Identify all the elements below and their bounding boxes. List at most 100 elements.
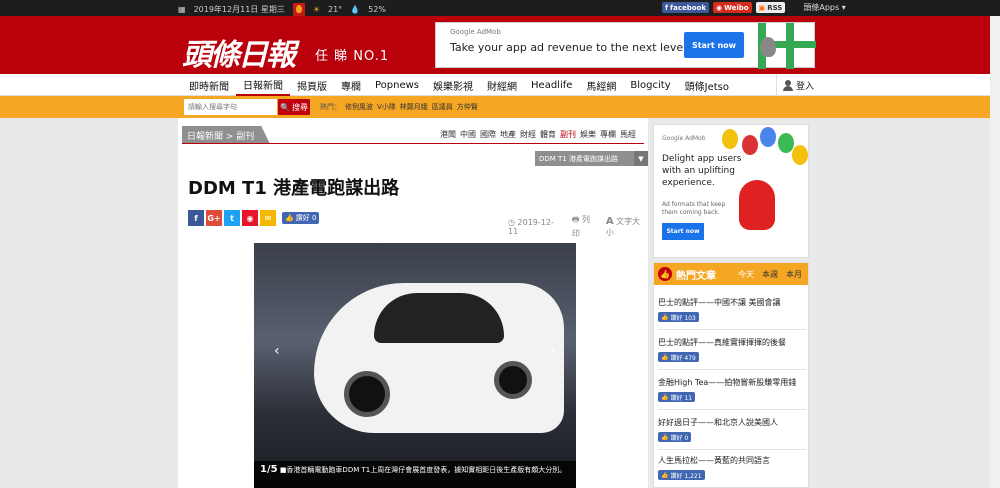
thumbs-up-icon: 👍 — [661, 471, 669, 479]
font-size-button[interactable]: A 文字大小 — [606, 216, 648, 238]
print-button[interactable]: 🖶 列印 — [572, 214, 598, 239]
thumbs-up-icon: 👍 — [661, 433, 669, 441]
article-panel: 日報新聞 > 副刊 港聞 中國 國際 地產 財經 體育 副刊 娛樂 專欄 馬經 … — [178, 118, 648, 488]
like-count[interactable]: 👍 讚好 0 — [658, 432, 692, 442]
facebook-share-icon[interactable]: f — [188, 210, 204, 226]
category-link[interactable]: 馬經 — [620, 129, 636, 140]
photo-index: 1/5 — [260, 464, 278, 475]
hot-keyword[interactable]: 林鄭月娥 — [400, 102, 428, 112]
hot-keyword[interactable]: 方仲賢 — [457, 102, 478, 112]
category-link[interactable]: 娛樂 — [580, 129, 596, 140]
weibo-share-icon[interactable]: ◉ — [242, 210, 258, 226]
monster-mascot-icon — [739, 180, 775, 230]
temperature-text: 21° — [328, 5, 343, 14]
nav-item[interactable]: Popnews — [368, 74, 426, 96]
facebook-link[interactable]: f facebook — [662, 2, 709, 13]
chevron-down-icon: ▼ — [634, 151, 648, 166]
slogan: 任 睇 NO.1 — [315, 49, 390, 64]
ad-start-button[interactable]: Start now — [662, 223, 704, 240]
category-link[interactable]: 專欄 — [600, 129, 616, 140]
like-count[interactable]: 👍 讚好 1,221 — [658, 470, 705, 480]
tab-month[interactable]: 本月 — [786, 269, 802, 280]
category-link[interactable]: 地產 — [500, 129, 516, 140]
nav-item[interactable]: 馬經網 — [579, 74, 623, 96]
hot-keyword[interactable]: 區議員 — [432, 102, 453, 112]
hot-article-item[interactable]: 好好過日子——和北京人說美國人 👍 讚好 0 — [658, 417, 778, 442]
tab-week[interactable]: 本週 — [762, 269, 778, 280]
ad-subtext: Ad formats that keep them coming back. — [662, 201, 726, 216]
weibo-link[interactable]: ◉ Weibo — [713, 2, 752, 13]
category-link[interactable]: 國際 — [480, 129, 496, 140]
nav-item[interactable]: 揭頁版 — [290, 74, 334, 96]
category-link[interactable]: 財經 — [520, 129, 536, 140]
nav-item[interactable]: 即時新聞 — [182, 74, 236, 96]
article-photo[interactable]: ‹ › 1/5 ■香港首輛電動跑車DDM T1上周在灣仔會展首度發表，據知實相距… — [254, 243, 576, 488]
hot-articles-title: 熱門文章 — [676, 270, 716, 282]
weibo-icon: ◉ — [716, 3, 723, 12]
ad-text: Delight app users with an uplifting expe… — [662, 154, 742, 188]
hot-keyword[interactable]: 修例風波 — [345, 102, 373, 112]
apps-menu[interactable]: 頭條Apps ▾ — [803, 2, 845, 13]
money-bulb-icon — [760, 37, 776, 57]
prev-photo-icon[interactable]: ‹ — [274, 343, 280, 359]
search-input[interactable] — [184, 99, 277, 115]
caption-text: ■香港首輛電動跑車DDM T1上周在灣仔會展首度發表，據知實相距日後生產版有頗大… — [279, 466, 567, 474]
email-share-icon[interactable]: ✉ — [260, 210, 276, 226]
article-select-dropdown[interactable]: DDM T1 港產電跑謀出路 ▼ — [535, 151, 648, 166]
rss-icon: ▣ — [758, 3, 766, 12]
category-links: 港聞 中國 國際 地產 財經 體育 副刊 娛樂 專欄 馬經 — [440, 129, 636, 140]
article-meta: ◷ 2019-12-11 🖶 列印 A 文字大小 — [508, 214, 648, 239]
like-count[interactable]: 👍 讚好 479 — [658, 352, 699, 362]
user-icon — [783, 79, 793, 91]
share-bar: f G+ t ◉ ✉ 👍 讚好 0 — [188, 210, 320, 226]
nav-item[interactable]: Blogcity — [623, 74, 677, 96]
thumbs-up-icon: 👍 — [661, 353, 669, 361]
thumbs-up-icon: 👍 — [285, 214, 294, 222]
hot-article-item[interactable]: 金融High Tea——拍物嘗新股賺零用錢 👍 讚好 11 — [658, 377, 796, 402]
twitter-share-icon[interactable]: t — [224, 210, 240, 226]
top-banner-ad[interactable]: Google AdMob Take your app ad revenue to… — [435, 22, 816, 69]
site-logo[interactable]: 頭條日報 — [182, 30, 296, 74]
clock-icon: ◷ — [508, 217, 515, 227]
hot-keywords: 熱門： 修例風波 V小隊 林鄭月娥 區議員 方仲賢 — [320, 102, 478, 112]
article-date: 2019-12-11 — [508, 217, 554, 236]
tab-today[interactable]: 今天 — [738, 269, 754, 280]
site-header: 頭條日報 任 睇 NO.1 Google AdMob Take your app… — [0, 16, 1000, 74]
next-photo-icon[interactable]: › — [550, 343, 556, 359]
ad-start-button[interactable]: Start now — [684, 32, 744, 58]
nav-item[interactable]: 娛樂影視 — [426, 74, 480, 96]
nav-item[interactable]: 財經網 — [480, 74, 524, 96]
google-plus-share-icon[interactable]: G+ — [206, 210, 222, 226]
breadcrumb[interactable]: 日報新聞 > 副刊 — [182, 126, 270, 144]
font-size-icon: A — [605, 215, 614, 227]
like-button[interactable]: 👍 讚好 0 — [282, 212, 320, 224]
nav-item[interactable]: 專欄 — [334, 74, 368, 96]
nav-item[interactable]: 頭條Jetso — [678, 74, 736, 96]
rss-link[interactable]: ▣ RSS — [755, 2, 786, 13]
hot-keyword[interactable]: V小隊 — [377, 102, 396, 112]
like-count[interactable]: 👍 讚好 103 — [658, 312, 699, 322]
page-scrollbar[interactable] — [990, 16, 1000, 488]
like-count[interactable]: 👍 讚好 11 — [658, 392, 696, 402]
category-link[interactable]: 體育 — [540, 129, 556, 140]
nav-item-active[interactable]: 日報新聞 — [236, 74, 290, 96]
category-link[interactable]: 港聞 — [440, 129, 456, 140]
category-link-current[interactable]: 副刊 — [560, 129, 576, 140]
search-bar: 🔍搜尋 熱門： 修例風波 V小隊 林鄭月娥 區議員 方仲賢 — [0, 96, 1000, 118]
search-button[interactable]: 🔍 搜尋 — [278, 99, 310, 115]
hot-articles-panel: 👍 熱門文章 今天 本週 本月 巴士的點評——中國不讓 美國會讓 👍 讚好 103… — [653, 262, 809, 488]
sidebar-ad[interactable]: Google AdMob Delight app users with an u… — [653, 124, 809, 258]
weather-warning-icon — [292, 3, 305, 16]
ad-text: Take your app ad revenue to the next lev… — [450, 41, 690, 54]
hot-article-item[interactable]: 巴士的點評——中國不讓 美國會讓 👍 讚好 103 — [658, 297, 781, 322]
main-nav: 即時新聞 日報新聞 揭頁版 專欄 Popnews 娛樂影視 財經網 Headli… — [0, 74, 1000, 96]
thumbs-up-icon: 👍 — [658, 267, 672, 281]
nav-item[interactable]: Headlife — [524, 74, 579, 96]
login-button[interactable]: 登入 — [776, 74, 814, 96]
hot-article-item[interactable]: 人生馬拉松——黃藍的共同語言 👍 讚好 1,221 — [658, 455, 770, 480]
top-bar: ▦ 2019年12月11日 星期三 ☀ 21° 💧 52% f facebook … — [0, 0, 1000, 16]
thumbs-up-icon: 👍 — [661, 393, 669, 401]
hot-article-item[interactable]: 巴士的點評——真維實揮揮揮的後餐 👍 讚好 479 — [658, 337, 786, 362]
category-link[interactable]: 中國 — [460, 129, 476, 140]
ad-brand: Google AdMob — [450, 28, 501, 36]
